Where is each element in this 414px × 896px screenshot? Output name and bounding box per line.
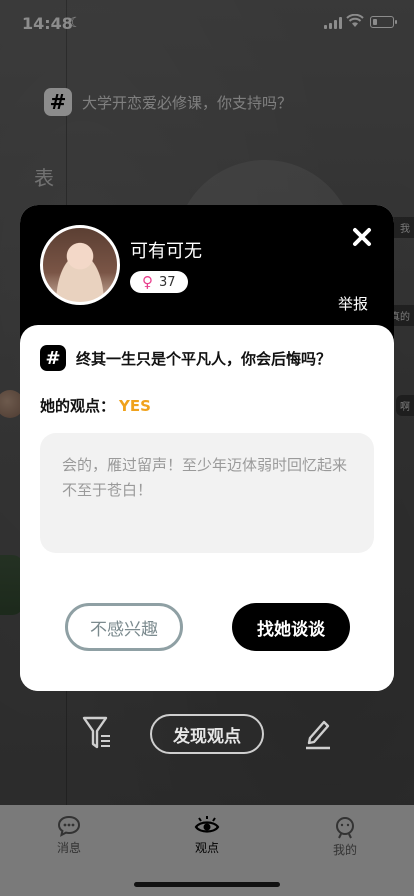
close-icon[interactable]: [352, 227, 372, 247]
eye-icon: [194, 816, 220, 833]
topic-text: 终其一生只是个平凡人，你会后悔吗？: [76, 349, 332, 368]
hashtag-icon: #: [40, 345, 66, 371]
gender-age-badge: ♀ 37: [130, 271, 188, 293]
edit-icon[interactable]: [304, 716, 332, 750]
modal-body: # 终其一生只是个平凡人，你会后悔吗？ 她的观点： YES 会的，雁过留声！至少年…: [20, 325, 394, 691]
tab-views[interactable]: 观点: [167, 815, 247, 856]
profile-icon: [336, 817, 354, 839]
opinion-message: 会的，雁过留声！至少年迈体弱时回忆起来不至于苍白！: [40, 433, 374, 553]
message-icon: [57, 815, 81, 837]
tab-mine[interactable]: 我的: [305, 815, 385, 858]
opinion-value: YES: [119, 397, 151, 415]
avatar[interactable]: [40, 225, 120, 305]
opinion-row: 她的观点： YES: [40, 395, 151, 416]
user-nickname: 可有可无: [130, 241, 202, 262]
home-indicator: [134, 882, 280, 887]
modal-header: 可有可无 ♀ 37 举报: [20, 205, 394, 345]
opinion-topic: # 终其一生只是个平凡人，你会后悔吗？: [40, 345, 331, 371]
tab-label: 消息: [56, 841, 81, 855]
female-icon: ♀: [142, 272, 153, 291]
discover-views-button[interactable]: 发现观点: [150, 714, 264, 754]
tab-label: 我的: [332, 843, 357, 857]
tab-messages[interactable]: 消息: [29, 815, 109, 856]
talk-to-her-button[interactable]: 找她谈谈: [232, 603, 350, 651]
filter-icon[interactable]: [82, 715, 112, 751]
user-age: 37: [159, 274, 176, 290]
not-interested-button[interactable]: 不感兴趣: [65, 603, 183, 651]
report-button[interactable]: 举报: [338, 293, 368, 314]
tab-label: 观点: [194, 841, 219, 855]
opinion-modal: 可有可无 ♀ 37 举报 # 终其一生只是个平凡人，你会后悔吗？ 她的观点： YE…: [20, 205, 394, 691]
opinion-label: 她的观点：: [40, 397, 116, 415]
